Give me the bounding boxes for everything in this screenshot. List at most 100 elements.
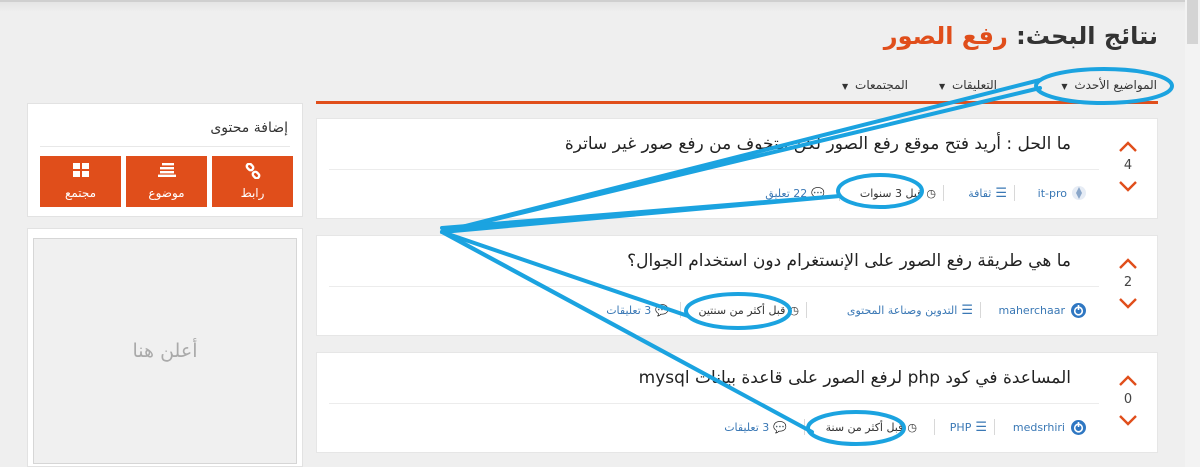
ad-text: أعلن هنا <box>132 340 198 362</box>
category-label: PHP <box>949 420 972 434</box>
upvote-icon[interactable] <box>1109 253 1147 273</box>
meta-separator <box>980 302 981 318</box>
upvote-icon[interactable] <box>1109 136 1147 156</box>
author-name[interactable]: medsrhiri <box>1013 415 1065 439</box>
add-topic-label: موضوع <box>148 186 185 200</box>
tab-communities[interactable]: المجتمعات ▼ <box>842 78 908 92</box>
comments-label: 22 تعليق <box>765 186 808 200</box>
add-community-button[interactable]: مجتمع <box>40 156 121 207</box>
post-card: المساعدة في كود php لرفع الصور على قاعدة… <box>316 352 1158 453</box>
avatar-icon <box>1072 186 1086 200</box>
avatar-icon <box>1071 302 1086 318</box>
comment-icon: 💬 <box>811 186 825 200</box>
meta-separator <box>1014 185 1015 201</box>
divider <box>40 146 290 147</box>
caret-down-icon: ▼ <box>842 82 849 91</box>
post-card: ما هي طريقة رفع الصور على الإنستغرام دون… <box>316 235 1158 336</box>
post-meta: medsrhiri ☰ PHP ◷ قبل أكثر من سنة 💬 3 تعليق… <box>627 415 1087 439</box>
divider <box>329 403 1099 404</box>
vote-count: 0 <box>1123 392 1133 407</box>
meta-separator <box>934 419 935 435</box>
ad-box: أعلن هنا <box>27 228 303 467</box>
tab-comments[interactable]: التعليقات ▼ <box>939 78 997 92</box>
lines-icon <box>126 163 207 183</box>
comment-icon: 💬 <box>655 303 669 317</box>
tab-label: المواضيع الأحدث <box>1074 78 1157 92</box>
clock-icon: ◷ <box>789 303 799 317</box>
clock-icon: ◷ <box>926 186 936 200</box>
category-link[interactable]: ☰ PHP <box>950 415 987 439</box>
meta-separator <box>804 419 805 435</box>
meta-separator <box>839 185 840 201</box>
category-label: التدوين وصناعة المحتوى <box>846 303 958 317</box>
add-topic-button[interactable]: موضوع <box>126 156 207 207</box>
top-shadow <box>0 2 1200 12</box>
author-avatar[interactable] <box>1070 298 1087 322</box>
comments-label: 3 تعليقات <box>724 420 770 434</box>
category-link[interactable]: ☰ ثقافة <box>968 181 1007 205</box>
comments-label: 3 تعليقات <box>606 303 652 317</box>
link-icon <box>212 162 293 183</box>
scrollbar-thumb[interactable] <box>1187 0 1198 44</box>
tabs-bar: المواضيع الأحدث ▼ التعليقات ▼ المجتمعات … <box>316 70 1158 104</box>
post-time: ◷ قبل 3 سنوات <box>860 181 936 205</box>
divider <box>329 286 1099 287</box>
meta-separator <box>994 419 995 435</box>
time-label: قبل 3 سنوات <box>859 186 923 200</box>
post-meta: maherchaar ☰ التدوين وصناعة المحتوى ◷ قبل … <box>527 298 1087 322</box>
time-label: قبل أكثر من سنتين <box>698 303 786 317</box>
caret-down-icon: ▼ <box>938 82 946 91</box>
tab-label: المجتمعات <box>855 78 908 92</box>
post-title[interactable]: ما هي طريقة رفع الصور على الإنستغرام دون… <box>627 251 1071 271</box>
search-query: رفع الصور <box>883 22 1008 50</box>
caret-down-icon: ▼ <box>1061 82 1068 91</box>
scrollbar[interactable] <box>1185 0 1200 467</box>
comments-link[interactable]: 💬 3 تعليقات <box>724 415 787 439</box>
page-title: نتائج البحث: رفع الصور <box>884 22 1158 50</box>
post-title[interactable]: ما الحل : أريد فتح موقع رفع الصور لكن مت… <box>565 134 1071 154</box>
comments-link[interactable]: 💬 3 تعليقات <box>606 298 669 322</box>
upvote-icon[interactable] <box>1109 370 1147 390</box>
comment-icon: 💬 <box>773 420 787 434</box>
vote-count: 2 <box>1123 275 1133 290</box>
vote-count: 4 <box>1123 158 1133 173</box>
comments-link[interactable]: 💬 22 تعليق <box>765 181 825 205</box>
author-avatar[interactable] <box>1071 181 1087 205</box>
tabs-underline <box>316 101 1158 104</box>
vote-control: 2 <box>1109 253 1147 314</box>
add-link-label: رابط <box>240 186 265 200</box>
list-icon: ☰ <box>995 185 1007 201</box>
author-name[interactable]: it-pro <box>1038 181 1067 205</box>
category-link[interactable]: ☰ التدوين وصناعة المحتوى <box>847 298 973 322</box>
post-title[interactable]: المساعدة في كود php لرفع الصور على قاعدة… <box>639 368 1071 388</box>
avatar-icon <box>1071 419 1086 435</box>
tab-latest-topics[interactable]: المواضيع الأحدث ▼ <box>1061 78 1157 92</box>
page-title-prefix: نتائج البحث: <box>1016 22 1158 50</box>
downvote-icon[interactable] <box>1109 411 1147 431</box>
downvote-icon[interactable] <box>1109 294 1147 314</box>
add-content-box: إضافة محتوى رابط موضوع مجتمع <box>27 103 303 217</box>
list-icon: ☰ <box>961 302 973 318</box>
category-label: ثقافة <box>968 186 992 200</box>
meta-separator <box>806 302 807 318</box>
vote-control: 0 <box>1109 370 1147 431</box>
post-meta: it-pro ☰ ثقافة ◷ قبل 3 سنوات 💬 22 تعليق <box>667 181 1087 205</box>
post-time: ◷ قبل أكثر من سنتين <box>698 298 799 322</box>
downvote-icon[interactable] <box>1109 177 1147 197</box>
list-icon: ☰ <box>975 419 987 435</box>
vote-control: 4 <box>1109 136 1147 197</box>
add-content-title: إضافة محتوى <box>210 120 288 136</box>
post-card: ما الحل : أريد فتح موقع رفع الصور لكن مت… <box>316 118 1158 219</box>
time-label: قبل أكثر من سنة <box>825 420 904 434</box>
tab-label: التعليقات <box>951 78 997 92</box>
add-link-button[interactable]: رابط <box>212 156 293 207</box>
post-time: ◷ قبل أكثر من سنة <box>826 415 917 439</box>
divider <box>329 169 1099 170</box>
add-community-label: مجتمع <box>64 186 97 200</box>
author-avatar[interactable] <box>1070 415 1087 439</box>
meta-separator <box>680 302 681 318</box>
ad-placeholder[interactable]: أعلن هنا <box>33 238 297 464</box>
clock-icon: ◷ <box>907 420 917 434</box>
author-name[interactable]: maherchaar <box>999 298 1066 322</box>
meta-separator <box>943 185 944 201</box>
